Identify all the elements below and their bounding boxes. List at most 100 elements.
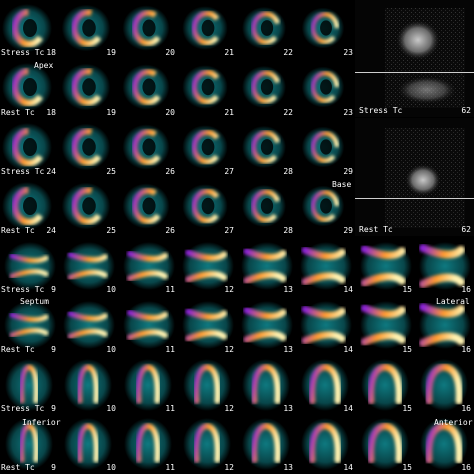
stress-slice: 19	[59, 0, 118, 58]
stress-raw-image	[385, 8, 465, 108]
stress-slice: 25	[59, 119, 118, 177]
slice-number: 26	[165, 167, 175, 176]
slice-number: 11	[165, 345, 175, 354]
rest-slice: 10	[59, 296, 118, 355]
slice-number: 16	[461, 404, 471, 413]
slice-number: 19	[106, 108, 116, 117]
slice-number: 18	[46, 108, 56, 117]
stress-raw-line	[355, 72, 474, 73]
slice-number: 9	[51, 463, 56, 472]
slice-number: 10	[106, 345, 116, 354]
stress-slice: 14	[296, 237, 355, 295]
slice-number: 22	[283, 48, 293, 57]
slice-number: 27	[224, 167, 234, 176]
stress-slice: 16	[415, 356, 473, 414]
stress-raw-projection: Stress Tc 62	[355, 0, 474, 117]
stress-slice: 15	[356, 356, 414, 414]
stress-slice: Stress Tc 9	[0, 356, 58, 414]
stress-slice: 22	[237, 0, 295, 58]
stress-slice: Stress Tc 24	[0, 119, 58, 177]
stress-slice: 13	[237, 356, 295, 414]
rest-slice: 13	[237, 415, 295, 473]
stress-raw-label: Stress Tc	[359, 106, 403, 115]
base-label: Base	[332, 180, 352, 189]
stress-row-label: Stress Tc	[1, 285, 45, 294]
slice-number: 14	[343, 345, 353, 354]
rest-raw-image	[385, 128, 465, 228]
rest-row-label: Rest Tc	[1, 345, 35, 354]
rest-slice: 14	[296, 296, 355, 355]
rest-slice: 25	[59, 178, 118, 236]
stress-slice: 13	[237, 237, 295, 295]
slice-number: 11	[165, 404, 175, 413]
slice-number: 11	[165, 463, 175, 472]
rest-row-label: Rest Tc	[1, 463, 35, 472]
stress-row-label: Stress Tc	[1, 48, 45, 57]
stress-slice: 23	[296, 0, 355, 58]
stress-slice: 11	[119, 237, 177, 295]
slice-number: 25	[106, 167, 116, 176]
slice-number: 15	[402, 345, 412, 354]
slice-number: 29	[343, 167, 353, 176]
slice-number: 16	[461, 463, 471, 472]
slice-number: 9	[51, 404, 56, 413]
slice-number: 12	[224, 404, 234, 413]
slice-number: 13	[283, 404, 293, 413]
slice-number: 14	[343, 463, 353, 472]
rest-row-label: Rest Tc	[1, 108, 35, 117]
slice-number: 14	[343, 404, 353, 413]
slice-number: 20	[165, 108, 175, 117]
slice-number: 29	[343, 226, 353, 235]
slice-number: 12	[224, 285, 234, 294]
rest-slice: 26	[119, 178, 177, 236]
stress-slice: 14	[296, 356, 355, 414]
rest-slice: 15	[356, 296, 414, 355]
inferior-label: Inferior	[22, 418, 61, 427]
slice-number: 24	[46, 167, 56, 176]
rest-slice: 21	[178, 59, 236, 118]
slice-number: 24	[46, 226, 56, 235]
rest-slice: 11	[119, 415, 177, 473]
stress-slice: 26	[119, 119, 177, 177]
slice-number: 10	[106, 285, 116, 294]
stress-slice: 27	[178, 119, 236, 177]
rest-slice: 10	[59, 415, 118, 473]
slice-number: 19	[106, 48, 116, 57]
septum-label: Septum	[20, 297, 49, 306]
slice-number: 23	[343, 48, 353, 57]
stress-slice: 16	[415, 237, 473, 295]
rest-slice: 12	[178, 415, 236, 473]
stress-slice: 21	[178, 0, 236, 58]
anterior-label: Anterior	[434, 418, 473, 427]
slice-number: 10	[106, 404, 116, 413]
rest-slice: 27	[178, 178, 236, 236]
slice-number: 16	[461, 345, 471, 354]
stress-slice: 29	[296, 119, 355, 177]
rest-slice: 23	[296, 59, 355, 118]
stress-slice: 11	[119, 356, 177, 414]
stress-slice: Stress Tc 18	[0, 0, 58, 58]
slice-number: 12	[224, 463, 234, 472]
stress-slice: Stress Tc 9	[0, 237, 58, 295]
slice-number: 13	[283, 463, 293, 472]
slice-number: 10	[106, 463, 116, 472]
rest-raw-number: 62	[461, 225, 471, 234]
slice-number: 22	[283, 108, 293, 117]
rest-slice: 28	[237, 178, 295, 236]
slice-number: 15	[402, 463, 412, 472]
rest-slice: 22	[237, 59, 295, 118]
stress-slice: 12	[178, 356, 236, 414]
lateral-label: Lateral	[436, 297, 470, 306]
slice-number: 26	[165, 226, 175, 235]
stress-row-label: Stress Tc	[1, 167, 45, 176]
slice-number: 15	[402, 285, 412, 294]
rest-raw-projection: Rest Tc 62	[355, 118, 474, 236]
slice-number: 23	[343, 108, 353, 117]
rest-slice: 15	[356, 415, 414, 473]
apex-label: Apex	[34, 61, 54, 70]
rest-raw-line	[355, 198, 474, 199]
stress-slice: 15	[356, 237, 414, 295]
slice-number: 13	[283, 285, 293, 294]
rest-raw-label: Rest Tc	[359, 225, 393, 234]
slice-number: 16	[461, 285, 471, 294]
